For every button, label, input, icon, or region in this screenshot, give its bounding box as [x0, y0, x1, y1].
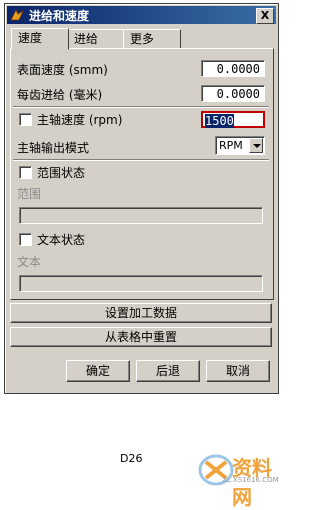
tab-speed[interactable]: 速度 [11, 28, 69, 50]
app-icon [10, 9, 24, 21]
cancel-button[interactable]: 取消 [206, 360, 270, 382]
spindle-speed-checkbox[interactable] [19, 113, 32, 126]
close-button[interactable]: X [256, 8, 274, 24]
feed-per-tooth-field[interactable]: 0.0000 [201, 85, 265, 102]
feed-per-tooth-label: 每齿进给 (毫米) [17, 88, 103, 102]
text-label: 文本 [17, 255, 42, 269]
text-status-label: 文本状态 [37, 233, 86, 247]
speed-panel: 表面速度 (smm) 0.0000 每齿进给 (毫米) 0.0000 主轴速度 … [10, 48, 274, 300]
figure-caption: D26 [120, 452, 143, 465]
reset-from-table-button[interactable]: 从表格中重置 [10, 327, 272, 347]
range-status-label: 范围状态 [37, 166, 86, 180]
spindle-output-mode-select[interactable]: RPM [215, 136, 265, 155]
range-status-checkbox[interactable] [19, 166, 32, 179]
text-field [19, 275, 263, 292]
surface-speed-label: 表面速度 (smm) [17, 63, 108, 77]
spindle-speed-field[interactable]: 1500 [201, 111, 265, 128]
text-status-checkbox[interactable] [19, 233, 32, 246]
range-field [19, 207, 263, 224]
separator [13, 159, 269, 161]
tab-speed-label: 速度 [18, 31, 43, 45]
surface-speed-field[interactable]: 0.0000 [201, 60, 265, 77]
tab-feed-label: 进给 [74, 32, 99, 46]
window-title: 进给和速度 [29, 9, 90, 23]
spindle-output-mode-value: RPM [219, 139, 243, 152]
spindle-output-mode-label: 主轴输出模式 [17, 141, 90, 155]
tab-feed[interactable]: 进给 [67, 29, 125, 49]
title-bar: 进给和速度 X [7, 6, 276, 24]
spindle-speed-value: 1500 [205, 114, 234, 128]
separator [13, 106, 269, 108]
back-button[interactable]: 后退 [136, 360, 200, 382]
spindle-speed-label: 主轴速度 (rpm) [37, 113, 123, 127]
tab-more-label: 更多 [130, 32, 155, 46]
ok-button[interactable]: 确定 [66, 360, 130, 382]
feeds-speeds-dialog: 进给和速度 X 速度 进给 更多 表面速度 (smm) 0.0000 每齿进给 … [4, 3, 279, 394]
tab-more[interactable]: 更多 [123, 29, 181, 49]
range-label: 范围 [17, 187, 42, 201]
chevron-down-icon[interactable] [249, 138, 263, 153]
set-machining-data-button[interactable]: 设置加工数据 [10, 303, 272, 323]
watermark-sub: ZL.XS1616.COM [222, 476, 279, 484]
